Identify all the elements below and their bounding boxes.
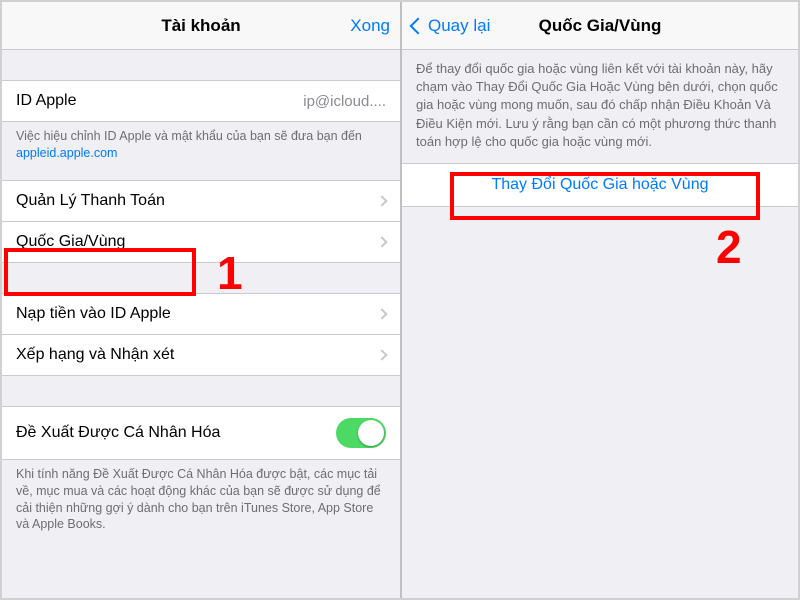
apple-id-footer: Việc hiệu chỉnh ID Apple và mật khẩu của… bbox=[2, 122, 400, 162]
navbar: Tài khoản Xong bbox=[2, 2, 400, 50]
apple-id-value: ip@icloud.... bbox=[303, 93, 386, 110]
spacer bbox=[2, 162, 400, 180]
account-settings-pane: Tài khoản Xong ID Apple ip@icloud.... Vi… bbox=[2, 2, 400, 598]
back-button[interactable]: Quay lại bbox=[402, 2, 500, 49]
personalized-footer: Khi tính năng Đề Xuất Được Cá Nhân Hóa đ… bbox=[2, 460, 400, 534]
manage-payments-row[interactable]: Quản Lý Thanh Toán bbox=[2, 180, 400, 221]
navbar: Quay lại Quốc Gia/Vùng bbox=[402, 2, 798, 50]
back-label: Quay lại bbox=[428, 16, 490, 36]
spacer bbox=[2, 50, 400, 80]
chevron-right-icon bbox=[376, 349, 387, 360]
row-label: Quốc Gia/Vùng bbox=[16, 233, 368, 251]
nav-title: Tài khoản bbox=[161, 16, 240, 36]
row-label: Nạp tiền vào ID Apple bbox=[16, 305, 368, 323]
apple-id-label: ID Apple bbox=[16, 92, 303, 110]
row-label: Đề Xuất Được Cá Nhân Hóa bbox=[16, 424, 336, 442]
chevron-left-icon bbox=[412, 16, 424, 36]
spacer bbox=[2, 376, 400, 406]
ratings-reviews-row[interactable]: Xếp hạng và Nhận xét bbox=[2, 334, 400, 376]
personalized-recommendations-row: Đề Xuất Được Cá Nhân Hóa bbox=[2, 406, 400, 460]
done-button[interactable]: Xong bbox=[340, 2, 400, 49]
apple-id-row[interactable]: ID Apple ip@icloud.... bbox=[2, 80, 400, 122]
chevron-right-icon bbox=[376, 308, 387, 319]
tutorial-screenshot: Tài khoản Xong ID Apple ip@icloud.... Vi… bbox=[0, 0, 800, 600]
personalized-toggle[interactable] bbox=[336, 418, 386, 448]
apple-id-link[interactable]: appleid.apple.com bbox=[16, 146, 117, 160]
country-region-pane: Quay lại Quốc Gia/Vùng Để thay đổi quốc … bbox=[400, 2, 798, 598]
row-label: Quản Lý Thanh Toán bbox=[16, 192, 368, 210]
chevron-right-icon bbox=[376, 195, 387, 206]
spacer bbox=[2, 263, 400, 293]
nav-title: Quốc Gia/Vùng bbox=[539, 16, 662, 36]
chevron-right-icon bbox=[376, 236, 387, 247]
country-change-description: Để thay đổi quốc gia hoặc vùng liên kết … bbox=[402, 50, 798, 163]
annotation-number-2: 2 bbox=[716, 220, 742, 274]
apple-id-footer-text: Việc hiệu chỉnh ID Apple và mật khẩu của… bbox=[16, 129, 362, 143]
add-funds-row[interactable]: Nạp tiền vào ID Apple bbox=[2, 293, 400, 334]
country-region-row[interactable]: Quốc Gia/Vùng bbox=[2, 221, 400, 263]
row-label: Xếp hạng và Nhận xét bbox=[16, 346, 368, 364]
change-country-button[interactable]: Thay Đổi Quốc Gia hoặc Vùng bbox=[402, 163, 798, 207]
